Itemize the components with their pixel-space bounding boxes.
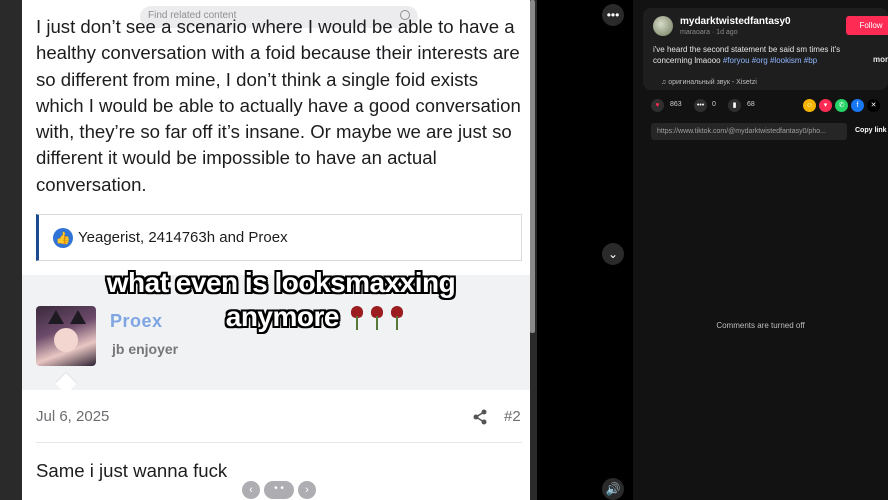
caption-line-2: anymore (225, 301, 340, 332)
like-icon: 👍 (53, 228, 73, 248)
video-frame[interactable]: Find related content I just don’t see a … (0, 0, 537, 500)
divider (36, 442, 522, 443)
more-options-button[interactable]: ••• (602, 4, 624, 26)
original-post: Find related content I just don’t see a … (22, 0, 530, 275)
carousel-prev-button[interactable]: ‹ (242, 481, 260, 499)
avatar[interactable] (653, 16, 673, 36)
post-url[interactable]: https://www.tiktok.com/@mydarktwistedfan… (651, 123, 847, 140)
next-video-button[interactable]: ⌄ (602, 243, 624, 265)
reaction-summary[interactable]: 👍 Yeagerist, 2414763h and Proex (36, 214, 522, 261)
engagement-row: ♥ 863 ••• 0 ▮ 68 ☺ ▾ ✆ f ✕ (651, 98, 888, 114)
copy-link-button[interactable]: Copy link (855, 127, 887, 134)
follow-button[interactable]: Follow (846, 16, 888, 35)
facebook-icon[interactable]: f (851, 99, 864, 112)
comments-count: 0 (712, 101, 716, 108)
more-link[interactable]: more (873, 55, 888, 64)
share-icon[interactable] (472, 409, 488, 425)
volume-button[interactable]: 🔊 (602, 478, 624, 500)
carousel-next-button[interactable]: › (298, 481, 316, 499)
caption-line-1: what even is looksmaxxing (106, 267, 456, 298)
x-icon[interactable]: ✕ (867, 99, 880, 112)
bookmark-icon[interactable]: ▮ (728, 99, 741, 112)
author-title: jb enjoyer (112, 341, 179, 357)
screen: Find related content I just don’t see a … (0, 0, 888, 500)
heart-icon[interactable]: ♥ (651, 99, 664, 112)
wilted-rose-icon (348, 304, 366, 330)
comments-status: Comments are turned off (716, 321, 805, 330)
hashtags[interactable]: #foryou #org #lookism #bp (723, 56, 817, 65)
sound-link[interactable]: ♫ оригинальный звук - Xisetzi (661, 79, 757, 86)
whatsapp-icon[interactable]: ✆ (835, 99, 848, 112)
link-row: https://www.tiktok.com/@mydarktwistedfan… (651, 123, 888, 140)
post-number[interactable]: #2 (504, 408, 521, 425)
scrollbar-thumb[interactable] (530, 0, 535, 333)
post-description: i've heard the second statement be said … (653, 44, 865, 66)
carousel-indicator: • • (264, 481, 294, 499)
wilted-rose-icon (388, 304, 406, 330)
caption-line-2-wrap: anymore (96, 300, 466, 334)
send-icon[interactable]: ▾ (819, 99, 832, 112)
profile-card: mydarktwistedfantasy0 maraoara · 1d ago … (643, 8, 888, 90)
forum-page: Find related content I just don’t see a … (22, 0, 530, 500)
saves-count: 68 (747, 101, 755, 108)
reactor-list: Yeagerist, 2414763h and Proex (78, 229, 288, 246)
emoji-share-icon[interactable]: ☺ (803, 99, 816, 112)
wilted-rose-icon (368, 304, 386, 330)
comment-icon[interactable]: ••• (694, 99, 707, 112)
post-meta: maraoara · 1d ago (680, 29, 738, 36)
post-body: I just don’t see a scenario where I woul… (36, 16, 521, 195)
details-panel: mydarktwistedfantasy0 maraoara · 1d ago … (633, 0, 888, 500)
video-caption: what even is looksmaxxing anymore (96, 266, 466, 334)
reply-date[interactable]: Jul 6, 2025 (36, 408, 109, 425)
likes-count: 863 (670, 101, 682, 108)
username[interactable]: mydarktwistedfantasy0 (680, 16, 791, 27)
reply-body: Same i just wanna fuck (36, 460, 228, 481)
avatar[interactable] (36, 306, 96, 366)
